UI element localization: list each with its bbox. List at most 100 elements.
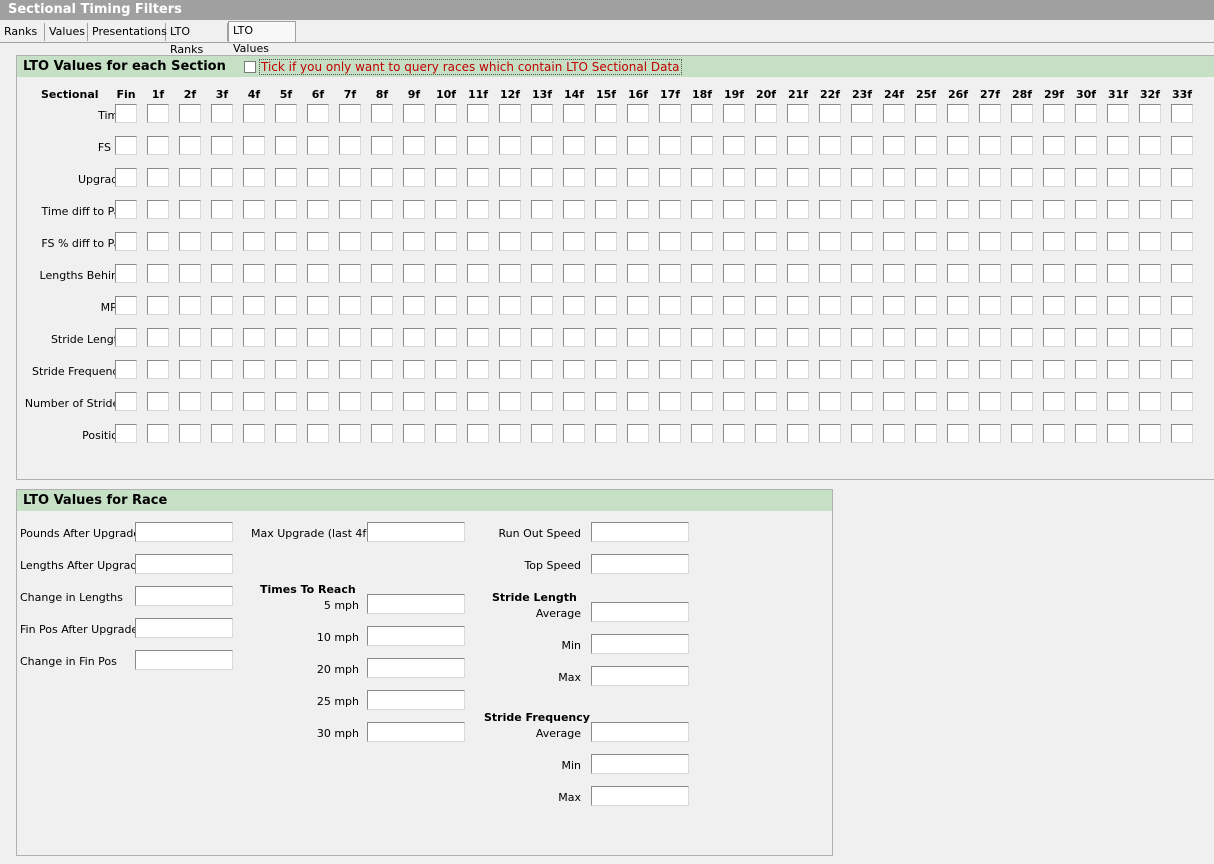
section-value-input[interactable] [179, 360, 201, 379]
section-value-input[interactable] [947, 424, 969, 443]
section-value-input[interactable] [307, 232, 329, 251]
section-value-input[interactable] [435, 136, 457, 155]
section-value-input[interactable] [947, 360, 969, 379]
section-value-input[interactable] [723, 264, 745, 283]
pounds-after-upgrade-input[interactable] [135, 522, 233, 542]
section-value-input[interactable] [403, 232, 425, 251]
section-value-input[interactable] [755, 296, 777, 315]
section-value-input[interactable] [1171, 232, 1193, 251]
section-value-input[interactable] [595, 392, 617, 411]
section-value-input[interactable] [467, 232, 489, 251]
section-value-input[interactable] [499, 232, 521, 251]
section-value-input[interactable] [403, 392, 425, 411]
stride-frequency-min-input[interactable] [591, 754, 689, 774]
section-value-input[interactable] [1075, 264, 1097, 283]
section-value-input[interactable] [947, 168, 969, 187]
section-value-input[interactable] [531, 232, 553, 251]
section-value-input[interactable] [147, 232, 169, 251]
section-value-input[interactable] [947, 264, 969, 283]
section-value-input[interactable] [883, 104, 905, 123]
section-value-input[interactable] [467, 200, 489, 219]
section-value-input[interactable] [851, 392, 873, 411]
section-value-input[interactable] [883, 168, 905, 187]
section-value-input[interactable] [563, 136, 585, 155]
section-value-input[interactable] [179, 296, 201, 315]
section-value-input[interactable] [211, 392, 233, 411]
section-value-input[interactable] [787, 328, 809, 347]
section-value-input[interactable] [1171, 360, 1193, 379]
section-value-input[interactable] [275, 328, 297, 347]
section-value-input[interactable] [1171, 296, 1193, 315]
section-value-input[interactable] [851, 264, 873, 283]
section-value-input[interactable] [1043, 328, 1065, 347]
section-value-input[interactable] [947, 232, 969, 251]
section-value-input[interactable] [883, 328, 905, 347]
section-value-input[interactable] [531, 328, 553, 347]
section-value-input[interactable] [659, 200, 681, 219]
section-value-input[interactable] [403, 264, 425, 283]
tab-presentations[interactable]: Presentations [88, 23, 167, 41]
section-value-input[interactable] [627, 168, 649, 187]
section-value-input[interactable] [211, 360, 233, 379]
section-value-input[interactable] [1011, 360, 1033, 379]
section-value-input[interactable] [1075, 232, 1097, 251]
section-value-input[interactable] [371, 264, 393, 283]
section-value-input[interactable] [1043, 424, 1065, 443]
section-value-input[interactable] [755, 392, 777, 411]
section-value-input[interactable] [563, 168, 585, 187]
section-value-input[interactable] [499, 200, 521, 219]
section-value-input[interactable] [979, 264, 1001, 283]
section-value-input[interactable] [1075, 200, 1097, 219]
section-value-input[interactable] [947, 136, 969, 155]
section-value-input[interactable] [371, 296, 393, 315]
section-value-input[interactable] [723, 104, 745, 123]
section-value-input[interactable] [1139, 104, 1161, 123]
section-value-input[interactable] [179, 104, 201, 123]
section-value-input[interactable] [339, 136, 361, 155]
section-value-input[interactable] [627, 136, 649, 155]
section-value-input[interactable] [499, 392, 521, 411]
section-value-input[interactable] [659, 232, 681, 251]
section-value-input[interactable] [499, 104, 521, 123]
section-value-input[interactable] [1107, 360, 1129, 379]
section-value-input[interactable] [211, 328, 233, 347]
section-value-input[interactable] [691, 168, 713, 187]
lengths-after-upgrade-input[interactable] [135, 554, 233, 574]
section-value-input[interactable] [499, 360, 521, 379]
section-value-input[interactable] [1043, 296, 1065, 315]
section-value-input[interactable] [851, 296, 873, 315]
section-value-input[interactable] [819, 168, 841, 187]
section-value-input[interactable] [243, 360, 265, 379]
section-value-input[interactable] [1011, 104, 1033, 123]
section-value-input[interactable] [691, 424, 713, 443]
section-value-input[interactable] [691, 136, 713, 155]
section-value-input[interactable] [275, 296, 297, 315]
section-value-input[interactable] [1043, 136, 1065, 155]
section-value-input[interactable] [883, 200, 905, 219]
section-value-input[interactable] [755, 232, 777, 251]
section-value-input[interactable] [563, 360, 585, 379]
section-value-input[interactable] [243, 328, 265, 347]
section-value-input[interactable] [1107, 264, 1129, 283]
time-to-10mph-input[interactable] [367, 626, 465, 646]
time-to-5mph-input[interactable] [367, 594, 465, 614]
section-value-input[interactable] [1043, 232, 1065, 251]
section-value-input[interactable] [659, 296, 681, 315]
section-value-input[interactable] [1171, 168, 1193, 187]
change-in-fin-pos-input[interactable] [135, 650, 233, 670]
section-value-input[interactable] [659, 104, 681, 123]
section-value-input[interactable] [979, 136, 1001, 155]
section-value-input[interactable] [371, 200, 393, 219]
section-value-input[interactable] [531, 264, 553, 283]
section-value-input[interactable] [979, 392, 1001, 411]
section-value-input[interactable] [307, 104, 329, 123]
section-value-input[interactable] [1075, 168, 1097, 187]
section-value-input[interactable] [307, 424, 329, 443]
section-value-input[interactable] [467, 296, 489, 315]
section-value-input[interactable] [723, 232, 745, 251]
section-value-input[interactable] [723, 168, 745, 187]
section-value-input[interactable] [371, 392, 393, 411]
section-value-input[interactable] [435, 264, 457, 283]
section-value-input[interactable] [211, 200, 233, 219]
section-value-input[interactable] [435, 104, 457, 123]
